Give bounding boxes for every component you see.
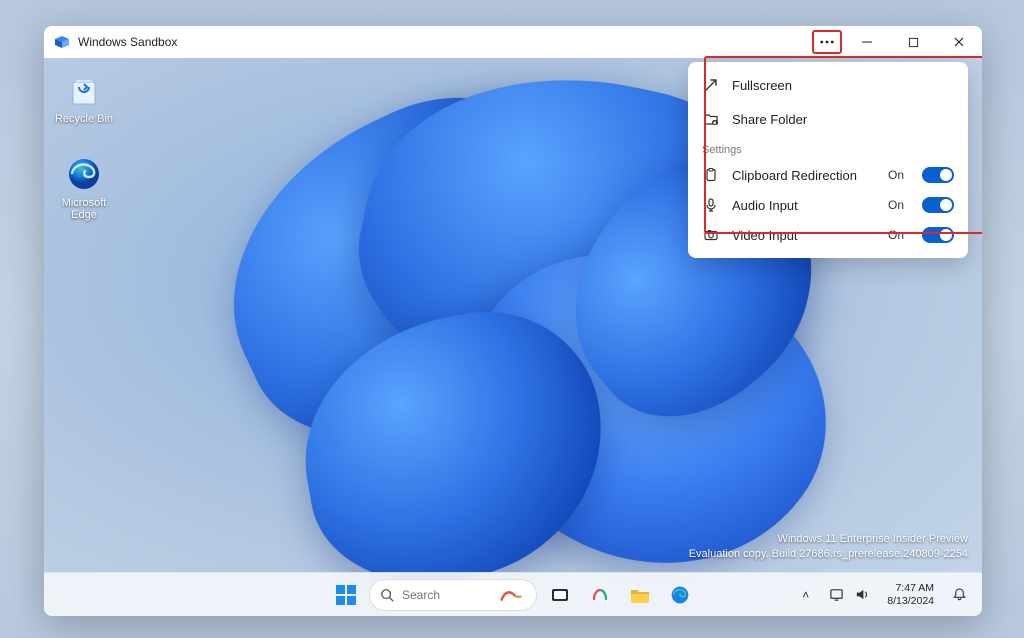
desktop-icon-recycle-bin[interactable]: Recycle Bin bbox=[48, 70, 120, 125]
setting-video-input: Video Input On bbox=[688, 220, 968, 250]
file-explorer-button[interactable] bbox=[623, 578, 657, 612]
notifications-button[interactable] bbox=[944, 578, 974, 612]
menu-item-share-folder[interactable]: Share Folder bbox=[688, 102, 968, 136]
menu-item-fullscreen[interactable]: Fullscreen bbox=[688, 68, 968, 102]
edge-taskbar-button[interactable] bbox=[663, 578, 697, 612]
setting-label: Clipboard Redirection bbox=[732, 168, 876, 183]
copilot-button[interactable] bbox=[583, 578, 617, 612]
menu-section-settings: Settings bbox=[688, 136, 968, 160]
toggle-video[interactable] bbox=[922, 227, 954, 243]
search-icon bbox=[380, 588, 394, 602]
setting-state: On bbox=[888, 198, 904, 212]
setting-label: Video Input bbox=[732, 228, 876, 243]
folder-share-icon bbox=[702, 110, 720, 128]
clock-time: 7:47 AM bbox=[887, 582, 934, 594]
volume-icon bbox=[854, 587, 869, 602]
window-controls bbox=[844, 26, 982, 58]
evaluation-watermark: Windows 11 Enterprise Insider Preview Ev… bbox=[689, 532, 968, 562]
setting-label: Audio Input bbox=[732, 198, 876, 213]
maximize-button[interactable] bbox=[890, 26, 936, 58]
setting-state: On bbox=[888, 228, 904, 242]
taskbar: ˄ 7:47 AM 8/13/2024 bbox=[44, 572, 982, 616]
system-tray[interactable] bbox=[821, 578, 877, 612]
task-view-button[interactable] bbox=[543, 578, 577, 612]
expand-icon bbox=[702, 76, 720, 94]
edge-icon bbox=[64, 154, 104, 194]
menu-item-label: Fullscreen bbox=[732, 78, 792, 93]
watermark-line: Windows 11 Enterprise Insider Preview bbox=[689, 532, 968, 547]
setting-clipboard-redirection: Clipboard Redirection On bbox=[688, 160, 968, 190]
start-button[interactable] bbox=[329, 578, 363, 612]
search-highlight-icon bbox=[500, 587, 522, 603]
tray-overflow[interactable]: ˄ bbox=[794, 578, 817, 612]
taskbar-right: ˄ 7:47 AM 8/13/2024 bbox=[794, 578, 974, 612]
toggle-audio[interactable] bbox=[922, 197, 954, 213]
clipboard-icon bbox=[702, 166, 720, 184]
watermark-line: Evaluation copy. Build 27686.rs_prerelea… bbox=[689, 547, 968, 562]
sandbox-app-icon bbox=[54, 34, 70, 50]
search-input[interactable] bbox=[402, 588, 492, 602]
minimize-button[interactable] bbox=[844, 26, 890, 58]
clock-date: 8/13/2024 bbox=[887, 595, 934, 607]
taskbar-clock[interactable]: 7:47 AM 8/13/2024 bbox=[881, 582, 940, 606]
close-button[interactable] bbox=[936, 26, 982, 58]
titlebar: Windows Sandbox bbox=[44, 26, 982, 58]
recycle-bin-icon bbox=[64, 70, 104, 110]
taskbar-search[interactable] bbox=[369, 579, 537, 611]
desktop-icon-edge[interactable]: Microsoft Edge bbox=[48, 154, 120, 221]
sandbox-window: Windows Sandbox Recycle Bin Microsoft Ed… bbox=[44, 26, 982, 616]
menu-item-label: Share Folder bbox=[732, 112, 807, 127]
desktop-icon-label: Microsoft Edge bbox=[62, 197, 107, 221]
more-options-button[interactable] bbox=[812, 30, 842, 54]
window-title: Windows Sandbox bbox=[78, 35, 812, 49]
setting-state: On bbox=[888, 168, 904, 182]
more-options-menu: Fullscreen Share Folder Settings Clipboa… bbox=[688, 62, 968, 258]
network-icon bbox=[829, 587, 844, 602]
taskbar-center bbox=[329, 578, 697, 612]
toggle-clipboard[interactable] bbox=[922, 167, 954, 183]
chevron-up-icon: ˄ bbox=[802, 588, 809, 602]
setting-audio-input: Audio Input On bbox=[688, 190, 968, 220]
desktop-icon-label: Recycle Bin bbox=[55, 113, 113, 125]
microphone-icon bbox=[702, 196, 720, 214]
camera-icon bbox=[702, 226, 720, 244]
